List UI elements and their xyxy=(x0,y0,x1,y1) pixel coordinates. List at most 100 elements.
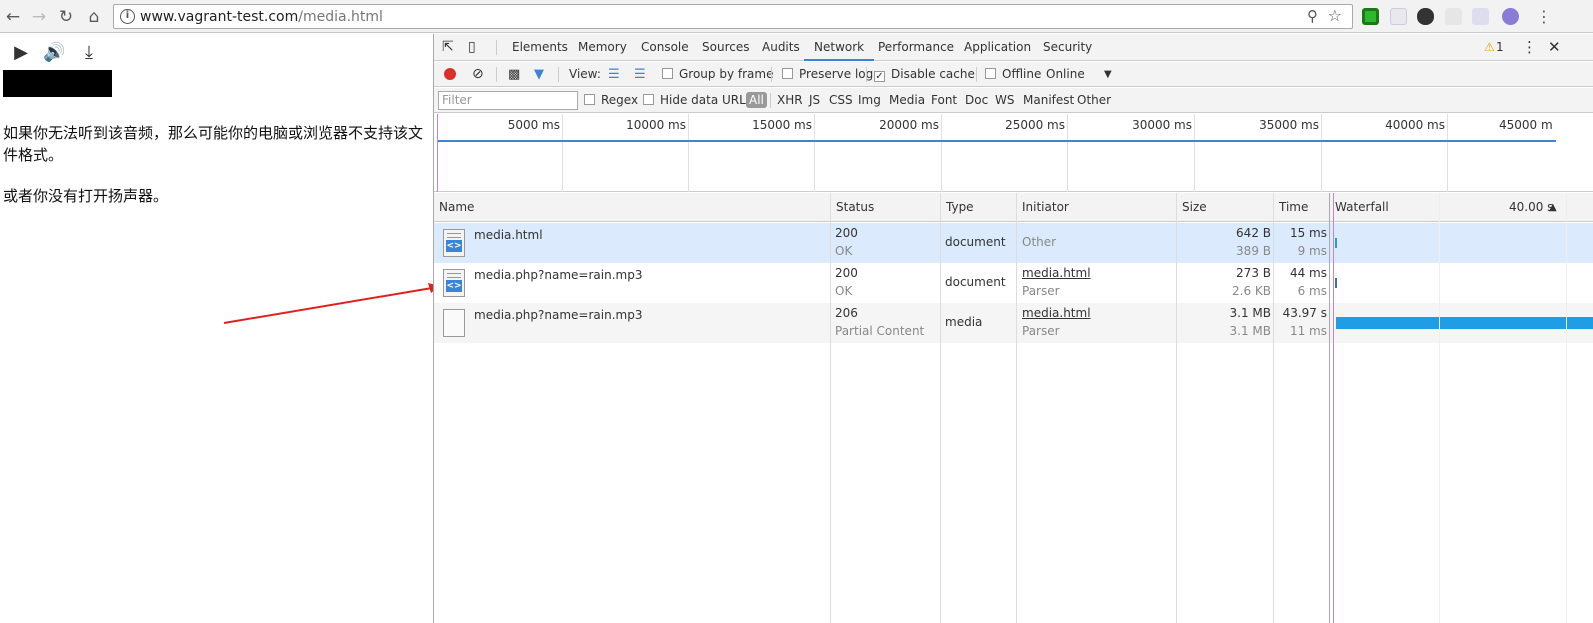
back-icon[interactable]: ← xyxy=(2,6,24,28)
inspect-element-icon[interactable]: ⇱ xyxy=(442,34,454,61)
close-devtools-icon[interactable]: ✕ xyxy=(1548,34,1561,61)
extension-shield-icon[interactable] xyxy=(1390,8,1407,25)
request-initiator-type: Parser xyxy=(1022,324,1060,338)
filter-funnel-icon[interactable]: ▼ xyxy=(534,62,544,87)
request-name[interactable]: media.html xyxy=(474,226,543,244)
request-name[interactable]: media.php?name=rain.mp3 xyxy=(474,266,642,284)
warning-icon[interactable]: ⚠ xyxy=(1484,34,1495,61)
type-filter-all[interactable]: All xyxy=(746,88,767,113)
table-row[interactable]: media.php?name=rain.mp3 206 Partial Cont… xyxy=(434,303,1593,343)
group-by-frame-checkbox[interactable]: Group by frame xyxy=(662,62,773,87)
info-icon[interactable]: i xyxy=(120,9,135,24)
preserve-log-checkbox[interactable]: Preserve log xyxy=(782,62,873,87)
request-status-text: OK xyxy=(835,284,853,298)
request-initiator-link[interactable]: media.html xyxy=(1022,304,1091,322)
waterfall-bar[interactable] xyxy=(1336,317,1593,329)
view-label: View: xyxy=(569,67,601,81)
type-filter-other[interactable]: Other xyxy=(1077,88,1111,113)
tab-sources[interactable]: Sources xyxy=(702,34,749,61)
waterfall-bar[interactable] xyxy=(1335,278,1337,288)
column-type[interactable]: Type xyxy=(941,193,974,222)
address-bar[interactable]: i www.vagrant-test.com/media.html ⚲ ☆ xyxy=(113,4,1353,29)
table-row[interactable]: <> media.php?name=rain.mp3 200 OK docume… xyxy=(434,263,1593,303)
request-time: 15 ms xyxy=(1289,226,1327,240)
warning-count[interactable]: 1 xyxy=(1496,34,1504,61)
type-filter-xhr[interactable]: XHR xyxy=(777,88,803,113)
waterfall-gridline xyxy=(1439,193,1440,623)
extension-r-icon[interactable] xyxy=(1502,8,1519,25)
large-rows-icon[interactable]: ☰ xyxy=(608,62,620,87)
overview-gridline xyxy=(1321,114,1322,192)
tab-performance[interactable]: Performance xyxy=(878,34,954,61)
checkbox-box[interactable] xyxy=(584,94,595,105)
request-name[interactable]: media.php?name=rain.mp3 xyxy=(474,306,642,324)
checkbox-checked[interactable]: ✓ xyxy=(874,71,885,82)
toolbar-separator xyxy=(496,67,497,82)
column-waterfall[interactable]: Waterfall xyxy=(1330,193,1389,222)
toolbar-separator xyxy=(771,67,772,82)
column-initiator[interactable]: Initiator xyxy=(1017,193,1069,222)
extension-green-icon[interactable] xyxy=(1362,8,1379,25)
request-type: document xyxy=(945,275,1006,289)
clear-icon[interactable]: ⊘ xyxy=(472,62,484,87)
reload-icon[interactable]: ↻ xyxy=(55,6,77,28)
tab-network[interactable]: Network xyxy=(804,34,875,61)
network-overview[interactable]: 5000 ms 10000 ms 15000 ms 20000 ms 25000… xyxy=(434,114,1593,192)
extension-check-icon[interactable] xyxy=(1445,8,1462,25)
type-filter-img[interactable]: Img xyxy=(858,88,881,113)
forward-icon[interactable]: → xyxy=(28,6,50,28)
type-filter-js[interactable]: JS xyxy=(809,88,820,113)
chevron-down-icon[interactable]: ▼ xyxy=(1104,62,1112,87)
device-toolbar-icon[interactable]: ▯ xyxy=(468,34,476,61)
type-filter-media[interactable]: Media xyxy=(889,88,925,113)
checkbox-box[interactable] xyxy=(662,68,673,79)
throttling-select[interactable]: Online xyxy=(1046,62,1085,87)
tab-application[interactable]: Application xyxy=(964,34,1031,61)
regex-checkbox[interactable]: Regex xyxy=(584,88,638,113)
extension-table-icon[interactable] xyxy=(1472,8,1489,25)
extension-incognito-icon[interactable] xyxy=(1417,8,1434,25)
overview-icon[interactable]: ☰ xyxy=(634,62,646,87)
offline-checkbox[interactable]: Offline xyxy=(985,62,1041,87)
column-name[interactable]: Name xyxy=(434,193,474,222)
sort-ascending-icon[interactable]: ▲ xyxy=(1544,193,1557,222)
tab-elements[interactable]: Elements xyxy=(512,34,568,61)
filter-bar: Filter Regex Hide data URLs All XHR JS C… xyxy=(434,88,1593,113)
request-resource-size: 3.1 MB xyxy=(1229,324,1271,338)
waterfall-bar[interactable] xyxy=(1335,238,1337,248)
checkbox-box[interactable] xyxy=(985,68,996,79)
type-filter-manifest[interactable]: Manifest xyxy=(1023,88,1074,113)
page-content: ▶ 🔊 ⤓ 如果你无法听到该音频，那么可能你的电脑或浏览器不支持该文件格式。 或… xyxy=(0,34,440,623)
column-time[interactable]: Time xyxy=(1274,193,1308,222)
column-status[interactable]: Status xyxy=(831,193,874,222)
hide-data-urls-checkbox[interactable]: Hide data URLs xyxy=(643,88,752,113)
type-filter-all-label[interactable]: All xyxy=(746,92,767,108)
devtools-menu-icon[interactable]: ⋮ xyxy=(1522,34,1537,61)
url-text[interactable]: www.vagrant-test.com/media.html xyxy=(140,9,383,25)
type-filter-doc[interactable]: Doc xyxy=(965,88,988,113)
toolbar-separator xyxy=(866,67,867,82)
zoom-icon[interactable]: ⚲ xyxy=(1307,7,1318,25)
type-filter-font[interactable]: Font xyxy=(931,88,957,113)
screenshot-camera-icon[interactable]: ▩ xyxy=(508,62,520,87)
table-row[interactable]: <> media.html 200 OK document Other 642 … xyxy=(434,223,1593,263)
type-filter-ws[interactable]: WS xyxy=(995,88,1014,113)
tab-console[interactable]: Console xyxy=(641,34,689,61)
tab-audits[interactable]: Audits xyxy=(762,34,800,61)
checkbox-box[interactable] xyxy=(782,68,793,79)
filter-input[interactable]: Filter xyxy=(438,91,578,110)
request-initiator-link[interactable]: media.html xyxy=(1022,264,1091,282)
home-icon[interactable]: ⌂ xyxy=(83,6,105,28)
record-icon[interactable] xyxy=(444,62,456,87)
overview-tick: 5000 ms xyxy=(507,118,560,132)
url-host: www.vagrant-test.com xyxy=(140,9,299,25)
type-filter-css[interactable]: CSS xyxy=(829,88,853,113)
column-size[interactable]: Size xyxy=(1177,193,1207,222)
overview-dom-marker xyxy=(437,114,438,192)
bookmark-star-icon[interactable]: ☆ xyxy=(1328,6,1342,25)
tab-memory[interactable]: Memory xyxy=(578,34,627,61)
checkbox-box[interactable] xyxy=(643,94,654,105)
disable-cache-checkbox[interactable]: ✓ Disable cache xyxy=(874,62,975,87)
tab-security[interactable]: Security xyxy=(1043,34,1092,61)
menu-dots-icon[interactable]: ⋮ xyxy=(1533,6,1555,28)
